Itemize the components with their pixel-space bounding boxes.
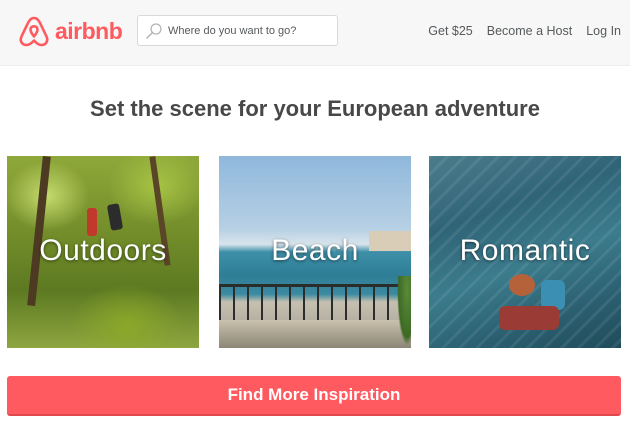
brand-name: airbnb	[55, 17, 123, 44]
airbnb-logo[interactable]: airbnb	[18, 14, 123, 48]
tile-label-beach: Beach	[271, 234, 359, 267]
category-tile-outdoors[interactable]: Outdoors	[7, 156, 199, 348]
hiker-figure	[87, 208, 97, 236]
airbnb-belo-icon	[19, 16, 49, 47]
page-headline: Set the scene for your European adventur…	[90, 96, 540, 121]
couple-figure	[499, 306, 559, 330]
tile-label-outdoors: Outdoors	[39, 234, 167, 267]
nav-become-host-link[interactable]: Become a Host	[487, 24, 572, 38]
search-input[interactable]	[168, 24, 328, 37]
find-more-inspiration-button[interactable]: Find More Inspiration	[7, 376, 621, 416]
palm-tree	[397, 276, 411, 346]
category-tile-beach[interactable]: Beach	[219, 156, 411, 348]
nav-login-link[interactable]: Log In	[586, 24, 621, 38]
top-header: airbnb Get $25 Become a Host Log In	[0, 0, 630, 66]
search-box[interactable]	[137, 15, 338, 46]
tile-label-romantic: Romantic	[459, 234, 591, 267]
category-tile-romantic[interactable]: Romantic	[429, 156, 621, 348]
couple-figure	[509, 274, 535, 296]
top-nav: Get $25 Become a Host Log In	[428, 24, 621, 38]
terrace	[219, 320, 411, 348]
nav-get-credit-link[interactable]: Get $25	[428, 24, 472, 38]
search-icon	[146, 22, 162, 39]
balcony-railing	[219, 284, 411, 320]
